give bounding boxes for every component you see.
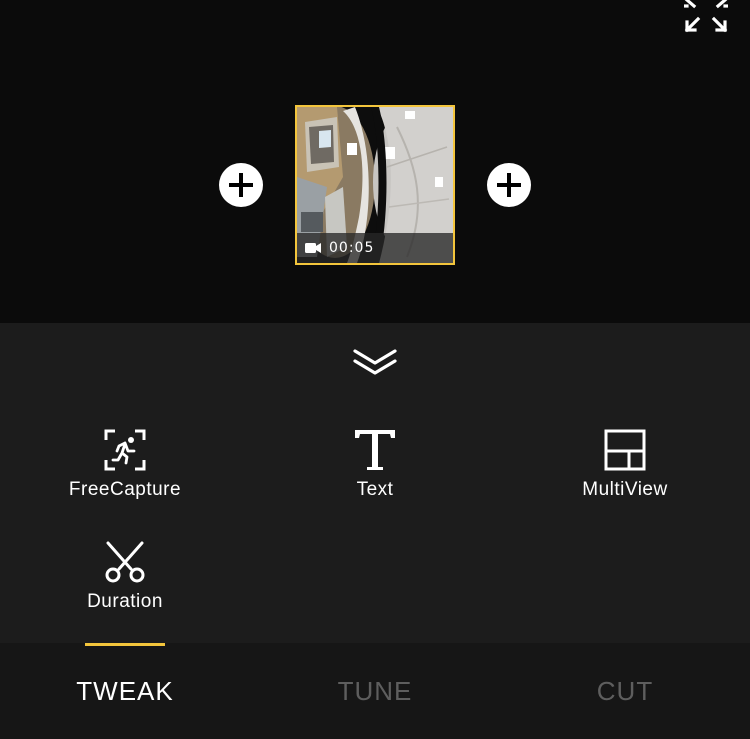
tool-text[interactable]: Text	[275, 425, 475, 515]
plus-icon	[497, 173, 521, 197]
tool-freecapture[interactable]: FreeCapture	[25, 425, 225, 515]
video-clip-thumbnail[interactable]: 00:05	[295, 105, 455, 265]
tab-tune[interactable]: TUNE	[250, 643, 500, 739]
tab-cut[interactable]: CUT	[500, 643, 750, 739]
add-clip-after-button[interactable]	[487, 163, 531, 207]
fullscreen-button[interactable]	[682, 0, 730, 34]
video-camera-icon	[305, 243, 321, 253]
tool-text-label: Text	[356, 479, 394, 500]
tools-panel: FreeCapture Text MultiView Duration	[0, 323, 750, 643]
free-capture-icon	[104, 429, 146, 471]
tool-multiview-label: MultiView	[582, 479, 668, 500]
collapse-panel-button[interactable]	[350, 345, 400, 381]
text-icon	[355, 430, 395, 470]
tool-multiview[interactable]: MultiView	[525, 425, 725, 515]
clip-info-bar: 00:05	[297, 233, 453, 263]
multiview-icon	[604, 429, 646, 471]
scissors-icon	[105, 541, 145, 583]
plus-icon	[229, 173, 253, 197]
tool-duration-label: Duration	[87, 591, 163, 612]
bottom-tab-bar: TWEAK TUNE CUT	[0, 643, 750, 739]
clip-duration: 00:05	[329, 240, 375, 256]
expand-icon	[682, 0, 730, 33]
add-clip-before-button[interactable]	[219, 163, 263, 207]
tool-duration[interactable]: Duration	[25, 537, 225, 627]
chevron-double-down-icon	[353, 349, 397, 375]
tool-freecapture-label: FreeCapture	[68, 479, 182, 500]
preview-area: 00:05	[0, 0, 750, 323]
tab-tweak[interactable]: TWEAK	[0, 643, 250, 739]
